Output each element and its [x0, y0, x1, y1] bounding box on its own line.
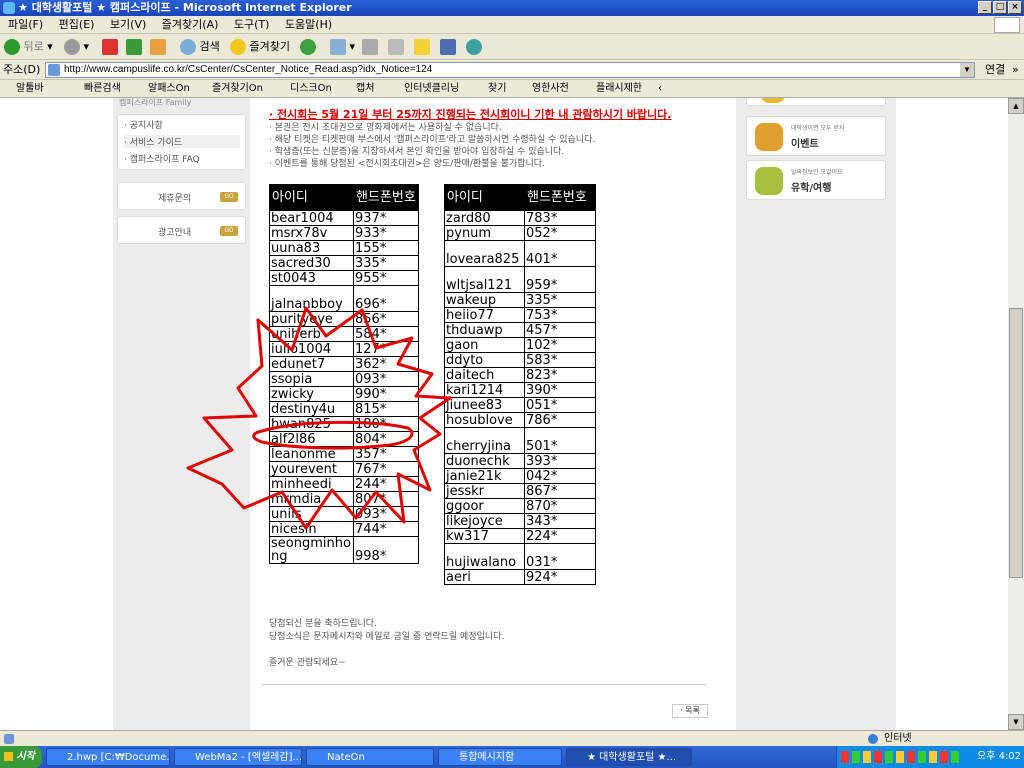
link-find[interactable]: 찾기 [488, 80, 506, 98]
link-disk-on[interactable]: 디스크On [290, 80, 332, 98]
home-icon [150, 39, 166, 55]
address-more-icon: » [1012, 63, 1019, 76]
address-bar: 주소(D) http://www.campuslife.co.kr/CsCent… [0, 60, 1024, 80]
links-bar: 알툴바 빠른검색 알패스On 즐겨찾기On 디스크On 캡처 인터넷클리닝 찾기… [0, 80, 1024, 98]
mail-button[interactable]: ▾ [330, 38, 355, 56]
taskbar-item-nateon[interactable]: NateOn [306, 748, 434, 766]
close-button[interactable]: × [1008, 1, 1022, 14]
taskbar-item-hwp[interactable]: 2.hwp [C:₩Docume... [46, 748, 170, 766]
link-flash-block[interactable]: 플래시제한 [596, 80, 642, 98]
taskbar-item-webma[interactable]: WebMa2 - [엑셀레감]... [174, 748, 302, 766]
scroll-up-button[interactable]: ▲ [1008, 98, 1024, 114]
link-quick-search[interactable]: 빠른검색 [84, 80, 121, 98]
star-icon [230, 39, 246, 55]
history-button[interactable] [300, 38, 316, 56]
menu-file[interactable]: 파일(F) [8, 18, 43, 31]
toolbar: 뒤로 ▾ ▾ 검색 즐겨찾기 ▾ [0, 34, 1024, 60]
red-scribble-annotation [186, 306, 452, 530]
home-button[interactable] [150, 38, 166, 56]
link-altoolbar[interactable]: 알툴바 [16, 80, 44, 98]
print-button[interactable] [362, 38, 378, 56]
minimize-button[interactable]: _ [978, 1, 992, 14]
messenger-icon [466, 39, 482, 55]
link-internet-clean[interactable]: 인터넷클리닝 [404, 80, 459, 98]
menu-help[interactable]: 도움말(H) [285, 18, 332, 31]
tray-icons[interactable] [841, 751, 959, 763]
ie-logo-icon [3, 2, 15, 14]
stop-button[interactable] [102, 38, 118, 56]
refresh-icon [126, 39, 142, 55]
stop-icon [102, 39, 118, 55]
search-icon [180, 39, 196, 55]
maximize-button[interactable]: □ [993, 1, 1007, 14]
link-favorites-on[interactable]: 즐겨찾기On [212, 80, 263, 98]
page-icon [48, 64, 60, 76]
go-button[interactable]: 연결 [985, 60, 1005, 80]
mail-icon [330, 39, 346, 55]
messenger-button[interactable] [466, 38, 482, 56]
refresh-button[interactable] [126, 38, 142, 56]
edit-icon [388, 39, 404, 55]
search-button[interactable]: 검색 [180, 38, 220, 56]
menu-edit[interactable]: 편집(E) [59, 18, 95, 31]
research-icon [440, 39, 456, 55]
link-dictionary[interactable]: 영한사전 [532, 80, 569, 98]
favorites-button[interactable]: 즐겨찾기 [230, 38, 290, 56]
internet-zone-icon [868, 734, 878, 744]
menu-tools[interactable]: 도구(T) [234, 18, 270, 31]
windows-logo-icon [994, 17, 1020, 33]
address-dropdown-button[interactable]: ▼ [960, 63, 974, 77]
system-tray: 오후 4:02 [836, 746, 1024, 768]
address-input[interactable]: http://www.campuslife.co.kr/CsCenter/CsC… [45, 62, 975, 78]
taskbar-item-messages[interactable]: 통합메시지함 [438, 748, 562, 766]
link-alpass[interactable]: 알패스On [148, 80, 190, 98]
edit-button[interactable] [388, 38, 404, 56]
note-icon [414, 39, 430, 55]
history-icon [300, 39, 316, 55]
status-bar: 인터넷 [0, 730, 1024, 746]
back-button[interactable]: 뒤로 ▾ [4, 38, 53, 56]
print-icon [362, 39, 378, 55]
menu-bar: 파일(F) 편집(E) 보기(V) 즐겨찾기(A) 도구(T) 도움말(H) [0, 16, 1024, 34]
taskbar-item-browser[interactable]: ★ 대학생활포털 ★... [566, 748, 692, 766]
zone-label: 인터넷 [884, 733, 912, 744]
discuss-button[interactable] [414, 38, 430, 56]
back-arrow-icon [4, 39, 20, 55]
window-title-bar: ★ 대학생활포털 ★ 캠퍼스라이프 - Microsoft Internet E… [0, 0, 1024, 16]
start-button[interactable]: 시작 [0, 746, 42, 768]
links-overflow-icon[interactable]: ‹ [658, 80, 662, 98]
link-capture[interactable]: 캡처 [356, 80, 374, 98]
scroll-down-button[interactable]: ▼ [1008, 714, 1024, 730]
clock[interactable]: 오후 4:02 [977, 746, 1021, 768]
scroll-thumb[interactable] [1009, 308, 1023, 578]
window-title: ★ 대학생활포털 ★ 캠퍼스라이프 - Microsoft Internet E… [18, 1, 352, 14]
forward-button[interactable]: ▾ [64, 38, 89, 56]
page-status-icon [4, 734, 14, 744]
scribble-star-outline [186, 306, 452, 530]
forward-arrow-icon [64, 39, 80, 55]
menu-favorites[interactable]: 즐겨찾기(A) [162, 18, 219, 31]
scribble-circle [252, 420, 414, 450]
page-viewport: 캠퍼스라이프 Family · 공지사항 · 서비스 가이드 · 캠퍼스라이프 … [0, 98, 1008, 730]
windows-flag-icon [4, 751, 13, 761]
research-button[interactable] [440, 38, 456, 56]
vertical-scrollbar[interactable]: ▲ ▼ [1008, 98, 1024, 730]
menu-view[interactable]: 보기(V) [110, 18, 146, 31]
address-label: 주소(D) [3, 63, 41, 76]
taskbar: 시작 2.hwp [C:₩Docume... WebMa2 - [엑셀레감]..… [0, 746, 1024, 768]
